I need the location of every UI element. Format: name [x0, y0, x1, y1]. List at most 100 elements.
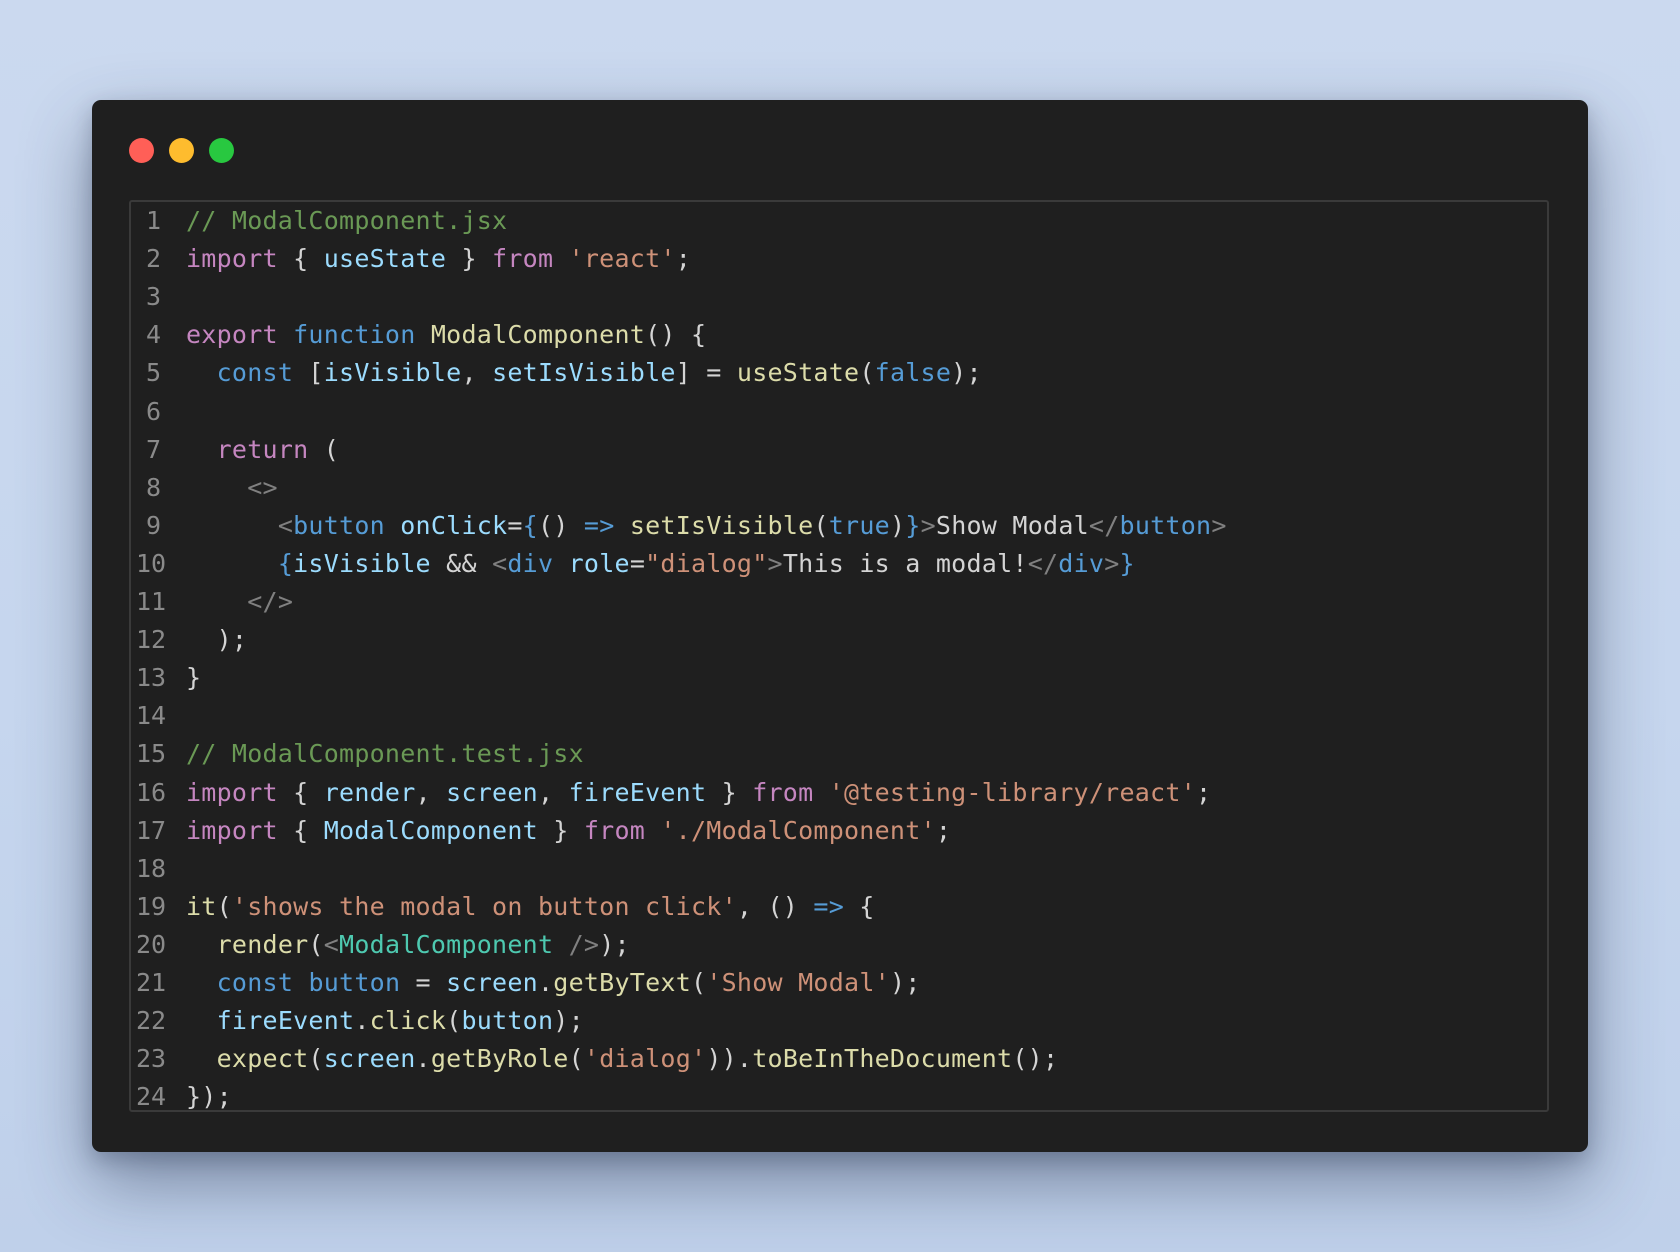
code-line: 12 );	[131, 621, 1547, 659]
code-text: });	[186, 1078, 232, 1110]
code-token-punc: (	[308, 929, 324, 959]
code-token-punc: {	[277, 815, 324, 845]
code-token-keyword: export	[186, 320, 278, 350]
code-token-text: This is a modal!	[782, 548, 1028, 578]
code-token-var: render	[323, 777, 416, 807]
code-token-punc: ;	[935, 815, 952, 845]
code-token-punc	[385, 511, 400, 540]
code-token-keyword: from	[492, 244, 554, 274]
line-number: 11	[136, 587, 167, 616]
code-token-punc	[293, 968, 308, 997]
code-token-punc: () {	[645, 320, 707, 350]
code-token-tagp: <	[323, 929, 340, 959]
line-number: 23	[136, 1044, 167, 1074]
code-editor[interactable]: 1// ModalComponent.jsx 2 import { useState…	[129, 200, 1549, 1112]
code-token-punc: (	[308, 434, 340, 464]
line-number: 22	[136, 1006, 167, 1036]
code-token-keyword: from	[752, 777, 814, 807]
code-token-attr: onClick	[400, 510, 508, 540]
line-number: 13	[136, 663, 167, 693]
code-token-punc: (	[568, 1044, 584, 1074]
line-number: 19	[136, 891, 167, 921]
code-text: const [isVisible, setIsVisible] = useSta…	[186, 354, 982, 392]
code-token-str: 'dialog'	[583, 1044, 707, 1074]
code-token-tagp: <	[492, 548, 508, 578]
code-window: 1// ModalComponent.jsx 2 import { useState…	[92, 100, 1588, 1152]
code-text: // ModalComponent.jsx	[186, 202, 507, 240]
code-token-punc: ,	[415, 777, 447, 807]
code-token-keyword: import	[186, 815, 278, 845]
code-token-tagp: <>	[247, 472, 278, 502]
code-token-func: ModalComponent	[430, 320, 646, 350]
code-token-tagp: >	[767, 548, 783, 578]
code-token-punc: }	[537, 815, 584, 845]
code-token-brace: {	[277, 548, 294, 578]
code-token-tag: div	[1058, 548, 1105, 578]
code-line: 22 fireEvent.click(button);	[131, 1002, 1547, 1040]
code-token-punc: .	[354, 1006, 370, 1036]
line-number: 15	[136, 739, 167, 769]
code-token-var: ModalComponent	[323, 815, 538, 845]
code-text: it('shows the modal on button click', ()…	[186, 888, 875, 926]
code-token-punc: );	[951, 358, 982, 388]
code-token-var: fireEvent	[568, 777, 707, 807]
code-token-tagp: >	[1104, 548, 1120, 578]
code-text: );	[186, 621, 247, 659]
code-token-func: useState	[736, 358, 860, 388]
code-token-punc	[186, 358, 217, 387]
code-token-punc: );	[553, 1006, 584, 1036]
code-token-str: 'shows the modal on button click'	[231, 891, 737, 921]
code-line: 20 render(<ModalComponent />);	[131, 926, 1547, 964]
code-token-brace: }	[1119, 548, 1135, 578]
code-token-punc: {	[844, 891, 875, 921]
code-token-punc	[186, 1006, 217, 1035]
code-token-text: Show Modal	[935, 510, 1089, 540]
code-line: 11 </>	[131, 583, 1547, 621]
code-text: import { useState } from 'react';	[186, 240, 691, 278]
code-token-punc: )).	[706, 1044, 753, 1074]
code-line: 6	[131, 393, 1547, 431]
code-token-storage: const	[216, 968, 294, 997]
code-token-tagp: />	[568, 929, 600, 959]
code-token-func: setIsVisible	[629, 510, 814, 540]
code-token-func: getByRole	[430, 1044, 569, 1074]
maximize-window-icon[interactable]	[209, 138, 234, 163]
code-token-punc: )	[889, 510, 906, 540]
code-token-func: toBeInTheDocument	[752, 1044, 1013, 1074]
code-token-punc: ;	[1195, 777, 1212, 807]
minimize-window-icon[interactable]	[169, 138, 194, 163]
code-token-storage: const	[216, 358, 294, 388]
code-token-punc: =	[400, 968, 447, 997]
line-number: 18	[136, 853, 167, 883]
code-token-var: screen	[446, 968, 538, 997]
code-token-punc: );	[889, 968, 921, 997]
code-token-var: isVisible	[323, 358, 462, 388]
code-token-punc	[615, 511, 630, 540]
code-token-comment: // ModalComponent.test.jsx	[186, 739, 584, 769]
code-token-punc: .	[537, 968, 554, 997]
code-line: 10 {isVisible && <div role="dialog">This…	[131, 545, 1547, 583]
code-token-tag: button	[1119, 510, 1212, 540]
code-line: 5 const [isVisible, setIsVisible] = useS…	[131, 354, 1547, 392]
code-token-punc	[645, 816, 660, 845]
code-token-punc	[813, 778, 828, 807]
code-token-brace: {	[522, 510, 538, 540]
code-token-punc: ,	[461, 358, 493, 388]
code-token-punc	[186, 549, 278, 578]
code-text: render(<ModalComponent />);	[186, 926, 630, 964]
close-window-icon[interactable]	[129, 138, 154, 163]
code-token-tag: button	[293, 510, 385, 540]
code-token-punc: , ()	[736, 891, 814, 921]
code-token-storage: true	[828, 510, 890, 540]
code-token-punc: [	[293, 358, 324, 388]
code-token-punc	[186, 473, 247, 502]
code-token-var: button	[461, 1006, 554, 1036]
code-token-str: "dialog"	[645, 548, 768, 578]
code-token-tagp: </	[1027, 548, 1059, 578]
code-token-punc: );	[186, 625, 248, 655]
code-text: const button = screen.getByText('Show Mo…	[186, 964, 921, 1002]
code-token-punc: ] =	[675, 358, 737, 388]
code-text: export function ModalComponent() {	[186, 316, 706, 354]
code-token-var: setIsVisible	[492, 358, 676, 388]
code-token-keyword: return	[216, 434, 309, 464]
